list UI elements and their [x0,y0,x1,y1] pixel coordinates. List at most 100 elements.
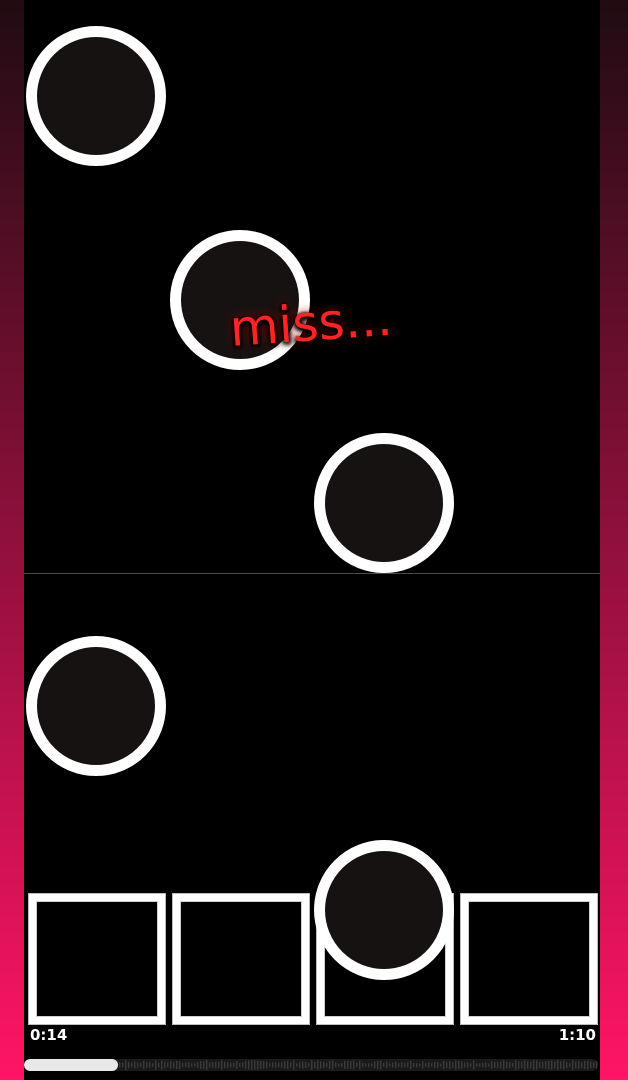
waveform-tick [587,1060,589,1070]
waveform-tick [590,1061,592,1069]
waveform-tick [410,1060,412,1070]
waveform-tick [209,1062,211,1068]
waveform-tick [137,1062,139,1068]
song-progress-fill [24,1059,119,1071]
waveform-tick [359,1060,361,1070]
waveform-tick [581,1062,583,1068]
waveform-tick [191,1063,193,1067]
waveform-tick [338,1063,340,1067]
waveform-tick [467,1062,469,1068]
waveform-tick [389,1063,391,1067]
waveform-tick [341,1062,343,1068]
waveform-tick [548,1060,550,1070]
waveform-tick [188,1061,190,1069]
waveform-tick [455,1060,457,1070]
waveform-tick [317,1060,319,1070]
waveform-tick [458,1060,460,1070]
waveform-tick [182,1063,184,1067]
waveform-tick [440,1063,442,1067]
hit-pad-lane-4[interactable] [461,894,597,1024]
waveform-tick [296,1063,298,1067]
left-side-gradient-bar [0,0,24,1080]
waveform-tick [452,1062,454,1068]
waveform-tick [308,1063,310,1067]
waveform-tick [221,1060,223,1070]
waveform-tick [218,1061,220,1069]
waveform-tick [365,1063,367,1067]
note-circle [26,26,166,166]
waveform-tick [323,1061,325,1069]
waveform-tick [203,1061,205,1069]
waveform-tick [143,1060,145,1070]
waveform-tick [233,1062,235,1068]
waveform-tick [299,1062,301,1068]
waveform-tick [506,1061,508,1069]
waveform-tick [413,1063,415,1067]
waveform-tick [416,1062,418,1068]
waveform-tick [254,1060,256,1070]
waveform-tick [332,1060,334,1070]
waveform-tick [392,1062,394,1068]
waveform-tick [374,1061,376,1069]
note-circle [314,840,454,980]
waveform-tick [152,1063,154,1067]
waveform-tick [485,1062,487,1068]
hit-pad-lane-2[interactable] [173,894,309,1024]
waveform-tick [170,1061,172,1069]
waveform-tick [383,1062,385,1068]
waveform-tick [512,1063,514,1067]
waveform-tick [464,1062,466,1068]
song-progress-bar[interactable] [24,1059,598,1071]
waveform-tick [551,1060,553,1070]
game-stage: miss... 0:14 1:10 [0,0,628,1080]
waveform-tick [437,1062,439,1068]
waveform-tick [527,1061,529,1069]
waveform-tick [539,1062,541,1068]
waveform-tick [380,1060,382,1070]
waveform-tick [347,1061,349,1069]
waveform-tick [473,1060,475,1070]
waveform-tick [533,1060,535,1070]
waveform-tick [227,1061,229,1069]
waveform-tick [329,1060,331,1070]
waveform-tick [260,1060,262,1070]
waveform-tick [212,1061,214,1069]
waveform-tick [140,1062,142,1068]
waveform-tick [344,1061,346,1069]
waveform-tick [482,1062,484,1068]
waveform-tick [161,1060,163,1070]
waveform-tick [164,1061,166,1069]
time-elapsed: 0:14 [30,1026,68,1044]
waveform-tick [119,1062,121,1068]
waveform-tick [185,1062,187,1068]
waveform-tick [146,1062,148,1068]
note-circle [26,636,166,776]
waveform-tick [434,1061,436,1069]
waveform-tick [266,1061,268,1069]
waveform-tick [284,1061,286,1069]
waveform-tick [395,1061,397,1069]
waveform-tick [449,1060,451,1070]
waveform-tick [287,1060,289,1070]
waveform-tick [566,1061,568,1069]
waveform-tick [155,1060,157,1070]
waveform-tick [509,1062,511,1068]
waveform-tick [224,1061,226,1069]
waveform-tick [569,1063,571,1067]
waveform-tick [350,1061,352,1069]
waveform-tick [158,1062,160,1068]
waveform-tick [491,1061,493,1069]
waveform-tick [356,1062,358,1068]
waveform-tick [500,1061,502,1069]
waveform-tick [524,1060,526,1070]
waveform-tick [431,1063,433,1067]
waveform-tick [536,1060,538,1070]
waveform-tick [545,1061,547,1069]
waveform-tick [407,1062,409,1068]
waveform-tick [494,1061,496,1069]
waveform-tick [197,1062,199,1068]
waveform-tick [149,1062,151,1068]
waveform-tick [422,1061,424,1069]
hit-pad-lane-1[interactable] [29,894,165,1024]
waveform-tick [125,1060,127,1070]
